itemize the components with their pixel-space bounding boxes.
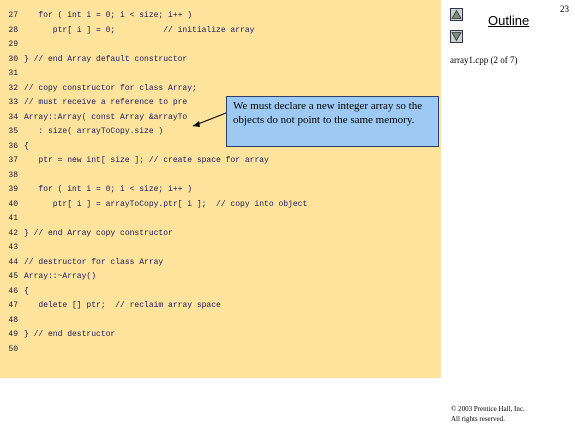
callout-note: We must declare a new integer array so t… xyxy=(226,96,439,147)
page-number: 23 xyxy=(560,4,569,14)
callout-arrow xyxy=(192,112,227,127)
copyright-line-1: © 2003 Prentice Hall, Inc. xyxy=(451,405,525,413)
copyright-notice: © 2003 Prentice Hall, Inc. All rights re… xyxy=(451,404,525,424)
next-slide-button[interactable] xyxy=(450,30,463,43)
code-panel: 27 for ( int i = 0; i < size; i++ ) 28 pt… xyxy=(0,0,441,378)
outline-link[interactable]: Outline xyxy=(488,13,529,28)
down-triangle-icon xyxy=(451,32,462,42)
previous-slide-button[interactable] xyxy=(450,8,463,21)
copyright-line-2: All rights reserved. xyxy=(451,415,505,423)
up-triangle-icon xyxy=(451,9,462,19)
file-label: array1.cpp (2 of 7) xyxy=(450,55,518,65)
